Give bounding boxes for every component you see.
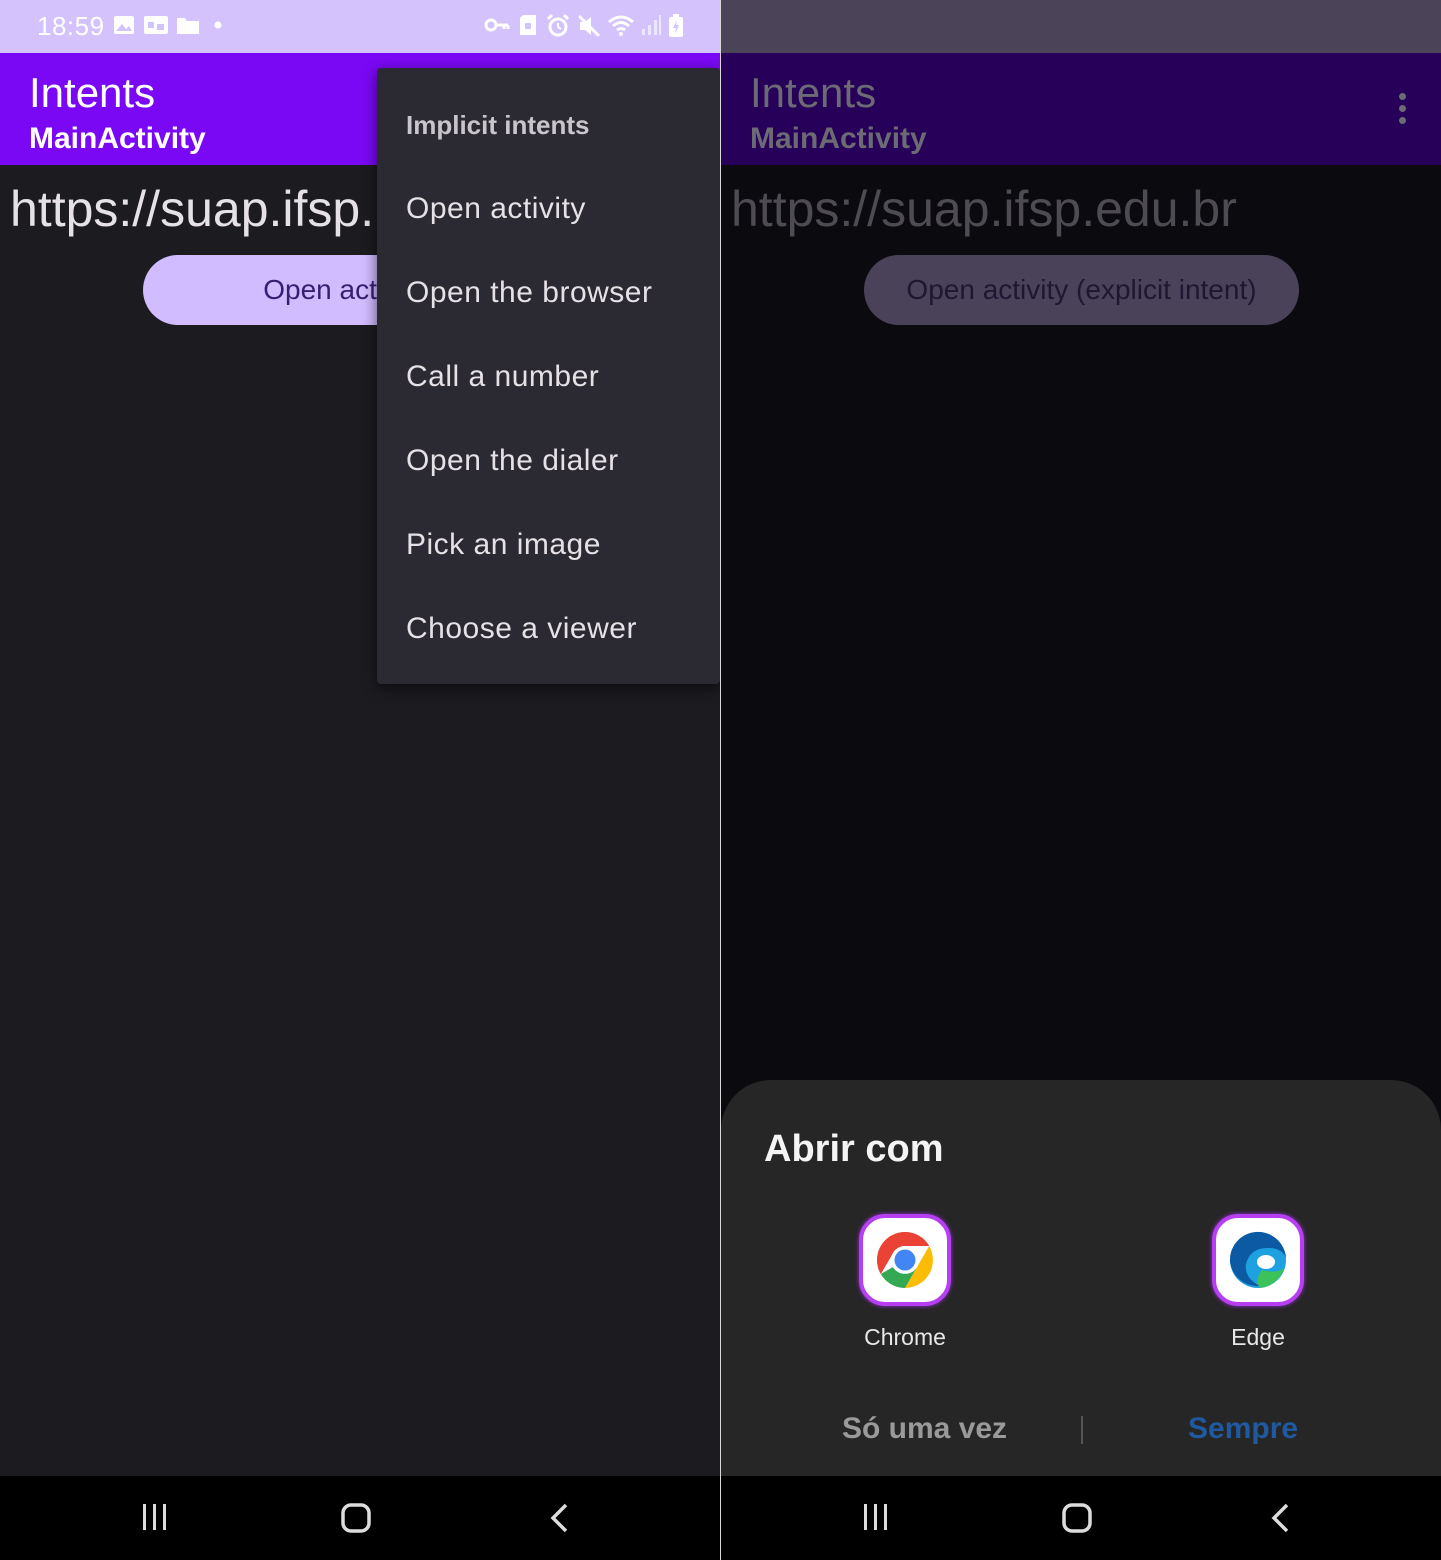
more-notifications-dot-icon	[214, 21, 222, 29]
status-time: 18:59	[37, 11, 105, 41]
menu-item-pick-image[interactable]: Pick an image	[406, 528, 601, 562]
vpn-key-icon	[484, 18, 510, 32]
app-title: Intents	[750, 69, 877, 116]
status-bar-dimmed	[721, 0, 1441, 53]
url-text: https://suap.ifsp.	[10, 181, 375, 237]
folder-notification-icon	[177, 18, 199, 34]
overflow-popup-menu: Implicit intents Open activity Open the …	[377, 68, 720, 684]
app-title: Intents	[29, 69, 156, 116]
wifi-icon	[608, 15, 634, 36]
navigation-bar	[0, 1476, 720, 1560]
home-icon[interactable]	[340, 1502, 372, 1534]
menu-item-open-activity[interactable]: Open activity	[406, 192, 586, 226]
menu-header: Implicit intents	[406, 110, 590, 140]
app-option-edge[interactable]: Edge	[1178, 1214, 1338, 1351]
just-once-button[interactable]: Só uma vez	[842, 1412, 1007, 1446]
back-icon[interactable]	[1269, 1502, 1291, 1534]
app-subtitle: MainActivity	[750, 122, 927, 155]
button-divider	[1081, 1416, 1083, 1444]
back-icon[interactable]	[548, 1502, 570, 1534]
menu-item-call-number[interactable]: Call a number	[406, 360, 599, 394]
menu-item-choose-viewer[interactable]: Choose a viewer	[406, 612, 637, 646]
signal-icon	[642, 15, 661, 35]
recent-apps-icon[interactable]	[141, 1502, 169, 1532]
open-with-bottom-sheet: Abrir com Chrome Edge Só uma vez Sempre	[721, 1080, 1441, 1476]
overflow-menu-icon[interactable]	[1387, 93, 1417, 127]
battery-charging-icon	[669, 14, 683, 37]
right-screen: Intents MainActivity https://suap.ifsp.e…	[721, 0, 1441, 1560]
app-label-chrome: Chrome	[864, 1324, 946, 1350]
alarm-icon	[546, 14, 570, 37]
home-icon[interactable]	[1061, 1502, 1093, 1534]
left-screen: 18:59 Intents MainActivity https://suap.…	[0, 0, 720, 1560]
app-notification-icon	[144, 16, 168, 34]
status-bar: 18:59	[0, 0, 720, 53]
sheet-title: Abrir com	[764, 1128, 944, 1170]
chrome-icon	[859, 1214, 951, 1306]
gallery-notification-icon	[114, 16, 134, 34]
sd-card-icon	[520, 15, 536, 35]
menu-item-open-dialer[interactable]: Open the dialer	[406, 444, 619, 478]
open-activity-explicit-button[interactable]: Open activity (explicit intent)	[864, 255, 1299, 325]
menu-item-open-browser[interactable]: Open the browser	[406, 276, 652, 310]
mute-icon	[577, 14, 601, 38]
edge-icon	[1212, 1214, 1304, 1306]
url-text: https://suap.ifsp.edu.br	[731, 181, 1237, 237]
navigation-bar	[721, 1476, 1441, 1560]
app-bar: Intents MainActivity	[721, 53, 1441, 165]
app-label-edge: Edge	[1231, 1324, 1285, 1350]
always-button[interactable]: Sempre	[1188, 1412, 1298, 1446]
app-subtitle: MainActivity	[29, 122, 206, 155]
recent-apps-icon[interactable]	[862, 1502, 890, 1532]
app-option-chrome[interactable]: Chrome	[825, 1214, 985, 1351]
